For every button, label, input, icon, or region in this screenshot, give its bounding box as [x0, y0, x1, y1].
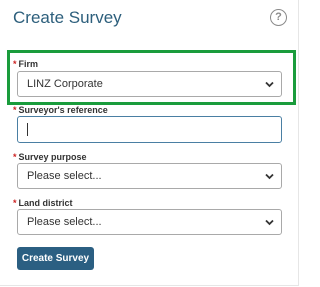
chevron-down-icon	[265, 81, 274, 88]
required-marker: *	[13, 105, 17, 115]
survey-purpose-label-text: Survey purpose	[18, 152, 87, 162]
firm-select-value: LINZ Corporate	[27, 78, 103, 90]
land-district-select-value: Please select...	[27, 216, 102, 228]
survey-purpose-label: * Survey purpose	[13, 152, 87, 162]
required-marker: *	[13, 198, 17, 208]
page-title: Create Survey	[13, 8, 122, 27]
survey-purpose-select[interactable]: Please select...	[17, 163, 282, 189]
required-marker: *	[13, 152, 17, 162]
surveyors-reference-input[interactable]	[17, 116, 282, 143]
text-caret	[27, 123, 28, 136]
surveyors-reference-label: * Surveyor's reference	[13, 105, 108, 115]
land-district-select[interactable]: Please select...	[17, 209, 282, 235]
chevron-down-icon	[265, 173, 274, 180]
land-district-label-text: Land district	[18, 198, 73, 208]
create-survey-button[interactable]: Create Survey	[17, 247, 94, 270]
help-icon[interactable]: ?	[270, 9, 287, 26]
create-survey-panel: Create Survey ? * Firm LINZ Corporate * Su…	[0, 0, 299, 286]
surveyors-reference-label-text: Surveyor's reference	[18, 105, 108, 115]
firm-label-text: Firm	[18, 59, 39, 69]
chevron-down-icon	[265, 219, 274, 226]
required-marker: *	[13, 59, 17, 69]
firm-label: * Firm	[13, 59, 38, 69]
survey-purpose-select-value: Please select...	[27, 170, 102, 182]
land-district-label: * Land district	[13, 198, 73, 208]
firm-select[interactable]: LINZ Corporate	[17, 71, 282, 97]
